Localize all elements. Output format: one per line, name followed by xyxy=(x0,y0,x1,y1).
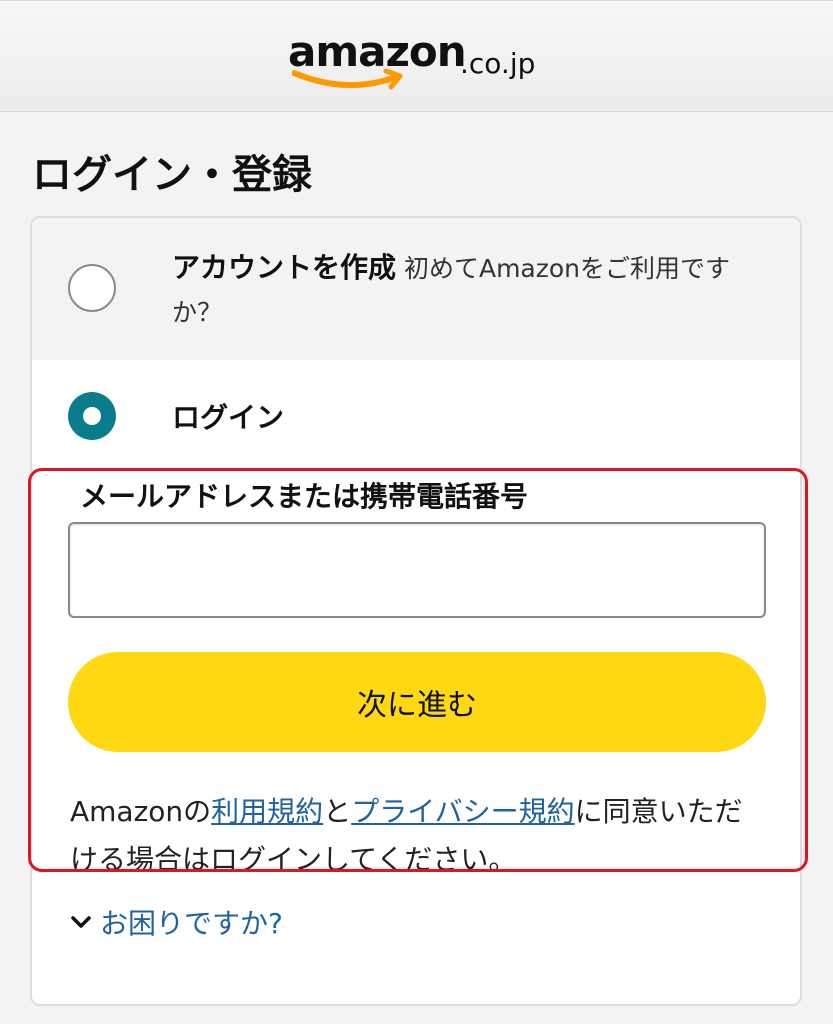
logo-domain: .co.jp xyxy=(460,47,536,80)
help-toggle[interactable]: お困りですか? xyxy=(70,902,283,942)
terms-middle: と xyxy=(323,795,352,828)
email-field-label: メールアドレスまたは携帯電話番号 xyxy=(80,480,529,513)
page-title: ログイン・登録 xyxy=(32,152,312,198)
login-option: ログイン メールアドレスまたは携帯電話番号 次に進む xyxy=(32,360,800,760)
amazon-smile-icon xyxy=(292,69,403,90)
create-account-label: アカウントを作成 xyxy=(172,251,397,284)
amazon-logo[interactable]: amazon .co.jp xyxy=(288,31,535,90)
page-body: ログイン・登録 アカウントを作成 初めてAmazonをご利用ですか？ ログイン … xyxy=(0,112,833,1024)
email-field[interactable] xyxy=(68,522,766,618)
terms-prefix: Amazonの xyxy=(70,795,212,828)
help-label: お困りですか? xyxy=(100,907,283,940)
continue-button[interactable]: 次に進む xyxy=(68,652,766,752)
login-label: ログイン xyxy=(172,401,285,434)
chevron-down-icon xyxy=(71,916,91,928)
signin-card: アカウントを作成 初めてAmazonをご利用ですか？ ログイン メールアドレスま… xyxy=(30,216,802,1006)
create-account-radio[interactable] xyxy=(68,264,116,312)
create-account-option[interactable]: アカウントを作成 初めてAmazonをご利用ですか？ xyxy=(32,218,800,361)
site-header: amazon .co.jp xyxy=(0,0,833,112)
privacy-policy-link[interactable]: プライバシー規約 xyxy=(351,795,574,828)
login-radio[interactable] xyxy=(68,392,116,440)
terms-notice: Amazonの利用規約とプライバシー規約に同意いただける場合はログインしてくださ… xyxy=(70,788,770,884)
create-account-text: アカウントを作成 初めてAmazonをご利用ですか？ xyxy=(172,246,772,335)
terms-of-use-link[interactable]: 利用規約 xyxy=(211,795,323,828)
